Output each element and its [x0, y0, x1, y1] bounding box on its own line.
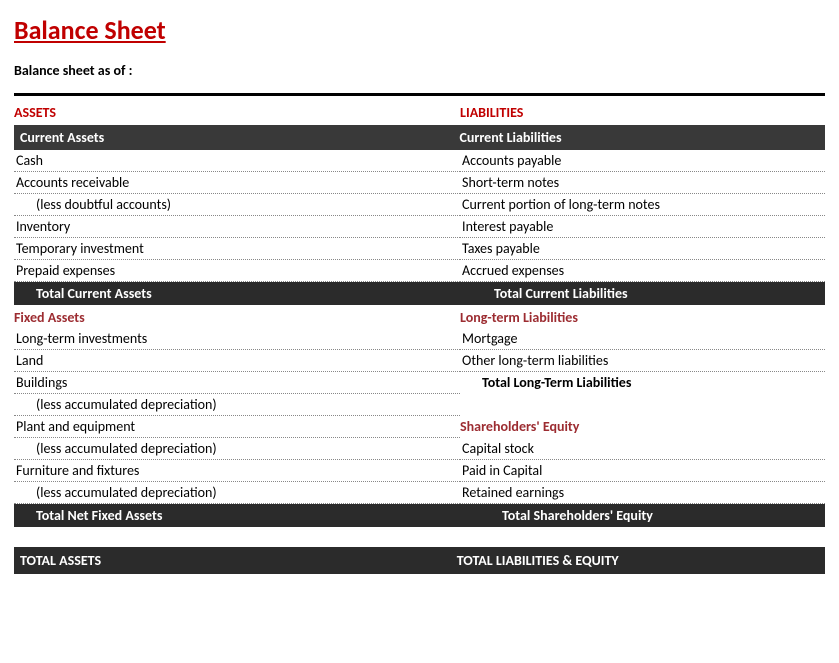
liability-line-item: Other long-term liabilities	[460, 350, 825, 372]
current-heading-bar: Current Assets Current Liabilities	[14, 125, 825, 150]
empty-cell	[460, 394, 825, 416]
liability-line-item: Accounts payable	[460, 150, 825, 172]
current-liabilities-heading: Current Liabilities	[459, 129, 819, 146]
equity-line-item: Retained earnings	[460, 482, 825, 504]
liability-line-item: Taxes payable	[460, 238, 825, 260]
liabilities-heading: LIABILITIES	[460, 102, 825, 125]
asset-line-item: (less accumulated depreciation)	[14, 438, 460, 460]
page-subtitle: Balance sheet as of :	[14, 62, 825, 79]
liability-line-item: Mortgage	[460, 328, 825, 350]
asset-line-item: Inventory	[14, 216, 460, 238]
liability-line-item: Interest payable	[460, 216, 825, 238]
asset-line-item: Accounts receivable	[14, 172, 460, 194]
grand-totals-bar: TOTAL ASSETS TOTAL LIABILITIES & EQUITY	[14, 547, 825, 574]
asset-line-item: Furniture and fixtures	[14, 460, 460, 482]
total-shareholders-equity-label: Total Shareholders' Equity	[460, 507, 825, 524]
total-current-liabilities-label: Total Current Liabilities	[460, 285, 825, 302]
total-current-assets-label: Total Current Assets	[14, 285, 460, 302]
asset-line-item: (less doubtful accounts)	[14, 194, 460, 216]
asset-line-item: Temporary investment	[14, 238, 460, 260]
asset-line-item: Prepaid expenses	[14, 260, 460, 282]
liability-line-item: Current portion of long-term notes	[460, 194, 825, 216]
asset-line-item: Plant and equipment	[14, 416, 460, 438]
assets-heading: ASSETS	[14, 102, 460, 125]
asset-line-item: Long-term investments	[14, 328, 460, 350]
shareholders-equity-heading: Shareholders' Equity	[460, 416, 825, 438]
total-net-fixed-assets-label: Total Net Fixed Assets	[14, 507, 460, 524]
equity-line-item: Capital stock	[460, 438, 825, 460]
fixed-assets-heading: Fixed Assets	[14, 305, 460, 328]
asset-line-item: (less accumulated depreciation)	[14, 482, 460, 504]
current-totals-bar: Total Current Assets Total Current Liabi…	[14, 282, 825, 305]
equity-line-item: Paid in Capital	[460, 460, 825, 482]
asset-line-item: (less accumulated depreciation)	[14, 394, 460, 416]
page-title: Balance Sheet	[14, 14, 825, 46]
total-longterm-liabilities-label: Total Long-Term Liabilities	[460, 372, 825, 394]
total-assets-label: TOTAL ASSETS	[14, 552, 457, 569]
total-liabilities-equity-label: TOTAL LIABILITIES & EQUITY	[457, 552, 819, 569]
asset-line-item: Buildings	[14, 372, 460, 394]
liability-line-item: Short-term notes	[460, 172, 825, 194]
longterm-liabilities-heading: Long-term Liabilities	[460, 305, 825, 328]
fixed-equity-totals-bar: Total Net Fixed Assets Total Shareholder…	[14, 504, 825, 527]
liability-line-item: Accrued expenses	[460, 260, 825, 282]
divider-top	[14, 93, 825, 96]
asset-line-item: Cash	[14, 150, 460, 172]
current-assets-heading: Current Assets	[20, 129, 459, 146]
asset-line-item: Land	[14, 350, 460, 372]
